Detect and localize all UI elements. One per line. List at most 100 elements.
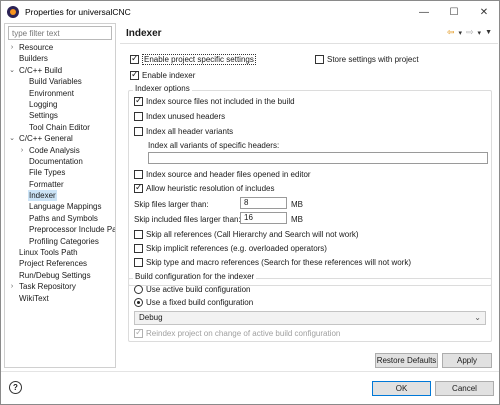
tree-item[interactable]: Paths and Symbols — [5, 213, 115, 224]
variants-headers-input[interactable] — [148, 152, 488, 164]
close-button[interactable]: ✕ — [469, 1, 499, 23]
checkbox-icon[interactable] — [134, 258, 143, 268]
tree-item[interactable]: › Code Analysis — [5, 145, 115, 156]
tree-item-label: Settings — [29, 111, 58, 121]
tree-item-label: Builders — [19, 54, 48, 64]
tree-item[interactable]: File Types — [5, 167, 115, 178]
enable-indexer-checkbox[interactable]: Enable indexer — [130, 69, 196, 81]
page-title: Indexer — [126, 27, 162, 39]
collapse-arrow-icon[interactable]: ⌄ — [8, 133, 16, 144]
tree-item[interactable]: › Task Repository — [5, 281, 115, 292]
index-all-header-variants-checkbox[interactable]: Index all header variants — [134, 126, 233, 137]
restore-defaults-button[interactable]: Restore Defaults — [375, 353, 438, 368]
checkbox-icon[interactable] — [315, 55, 324, 65]
maximize-button[interactable]: ☐ — [439, 1, 469, 23]
tree-item-label: Documentation — [29, 156, 83, 166]
store-settings-label: Store settings with project — [327, 55, 419, 64]
checkbox-label: Skip type and macro references (Search f… — [146, 258, 412, 267]
help-icon[interactable]: ? — [9, 381, 22, 394]
skip-type-macro-references-checkbox[interactable]: Skip type and macro references (Search f… — [134, 257, 411, 268]
checkbox-icon[interactable] — [134, 230, 143, 240]
tree-item[interactable]: Tool Chain Editor — [5, 122, 115, 133]
tree-item[interactable]: › Resource — [5, 42, 115, 53]
tree-item[interactable]: ⌄ C/C++ General — [5, 133, 115, 144]
index-opened-in-editor-checkbox[interactable]: Index source and header files opened in … — [134, 169, 311, 180]
checkbox-icon[interactable] — [134, 170, 143, 180]
checkbox-icon[interactable] — [134, 95, 143, 107]
expand-arrow-icon[interactable]: › — [8, 281, 16, 292]
forward-dropdown-icon[interactable]: ▾ — [478, 29, 482, 37]
index-unused-headers-checkbox[interactable]: Index unused headers — [134, 111, 225, 122]
enable-indexer-label: Enable indexer — [142, 71, 196, 80]
title-bar: Properties for universalCNC — ☐ ✕ — [1, 1, 499, 23]
skip-implicit-references-checkbox[interactable]: Skip implicit references (e.g. overloade… — [134, 243, 327, 254]
checkbox-icon[interactable] — [130, 69, 139, 81]
enable-project-settings-label: Enable project specific settings — [142, 54, 256, 65]
tree-item[interactable]: Logging — [5, 99, 115, 110]
tree-item[interactable]: Settings — [5, 110, 115, 121]
build-config-select[interactable]: Debug ⌄ — [134, 311, 486, 325]
page-header: Indexer ⇦ ▾ ⇨ ▾ ▼ — [120, 23, 498, 44]
back-arrow-icon[interactable]: ⇦ — [447, 27, 455, 38]
checkbox-icon[interactable] — [130, 53, 139, 65]
checkbox-icon[interactable] — [134, 182, 143, 194]
checkbox-label: Index source and header files opened in … — [146, 170, 311, 179]
tree-item[interactable]: Indexer — [5, 190, 115, 202]
skip-files-larger-input[interactable]: 8 — [240, 197, 287, 209]
tree-item[interactable]: ⌄ C/C++ Build — [5, 65, 115, 76]
checkbox-icon[interactable] — [134, 112, 143, 122]
collapse-arrow-icon[interactable]: ⌄ — [8, 65, 16, 76]
tree-item[interactable]: Run/Debug Settings — [5, 270, 115, 281]
enable-project-settings-checkbox[interactable]: Enable project specific settings — [130, 53, 256, 65]
expand-arrow-icon[interactable]: › — [18, 145, 26, 156]
filter-input[interactable] — [8, 26, 112, 40]
store-settings-checkbox[interactable]: Store settings with project — [315, 54, 419, 65]
checkbox-icon[interactable] — [134, 327, 143, 339]
tree-item[interactable]: Build Variables — [5, 76, 115, 87]
tree-item-label: Logging — [29, 99, 58, 109]
checkbox-icon[interactable] — [134, 127, 143, 137]
radio-icon[interactable] — [134, 298, 143, 308]
tree-item[interactable]: Builders — [5, 53, 115, 64]
tree-item-label: Project References — [19, 259, 88, 269]
use-fixed-config-radio[interactable]: Use a fixed build configuration — [134, 297, 253, 308]
footer-separator — [1, 371, 499, 372]
tree-item-label: Code Analysis — [29, 145, 80, 155]
reindex-on-change-checkbox[interactable]: Reindex project on change of active buil… — [134, 327, 340, 339]
tree-item-label: Run/Debug Settings — [19, 270, 91, 280]
tree-item[interactable]: Formatter — [5, 179, 115, 190]
back-dropdown-icon[interactable]: ▾ — [458, 29, 462, 37]
minimize-button[interactable]: — — [409, 1, 439, 23]
skip-included-larger-input[interactable]: 16 — [240, 212, 287, 224]
radio-icon[interactable] — [134, 285, 143, 295]
tree-item-label: Indexer — [28, 190, 57, 202]
chevron-down-icon: ⌄ — [474, 313, 481, 322]
tree-item[interactable]: Language Mappings — [5, 201, 115, 212]
checkbox-label: Index source files not included in the b… — [146, 97, 295, 106]
view-menu-icon[interactable]: ▼ — [485, 29, 492, 36]
tree-item[interactable]: Profiling Categories — [5, 236, 115, 247]
use-active-config-radio[interactable]: Use active build configuration — [134, 284, 251, 295]
tree-item-label: Task Repository — [19, 282, 76, 292]
tree-item[interactable]: WikiText — [5, 293, 115, 304]
tree-item[interactable]: Linux Tools Path — [5, 247, 115, 258]
tree-item-label: Profiling Categories — [29, 236, 99, 246]
tree-item-label: Language Mappings — [29, 202, 102, 212]
heuristic-includes-checkbox[interactable]: Allow heuristic resolution of includes — [134, 182, 275, 194]
page-navigation: ⇦ ▾ ⇨ ▾ ▼ — [447, 27, 492, 38]
cancel-button[interactable]: Cancel — [435, 381, 494, 396]
tree-item[interactable]: Project References — [5, 258, 115, 269]
apply-button[interactable]: Apply — [442, 353, 492, 368]
tree-item[interactable]: Documentation — [5, 156, 115, 167]
expand-arrow-icon[interactable]: › — [8, 42, 16, 53]
index-source-not-in-build-checkbox[interactable]: Index source files not included in the b… — [134, 95, 295, 107]
skip-all-references-checkbox[interactable]: Skip all references (Call Hierarchy and … — [134, 229, 359, 240]
tree-item[interactable]: Environment — [5, 88, 115, 99]
checkbox-icon[interactable] — [134, 244, 143, 254]
tree-item[interactable]: Preprocessor Include Pa — [5, 224, 115, 235]
ok-button[interactable]: OK — [372, 381, 431, 396]
forward-arrow-icon[interactable]: ⇨ — [466, 27, 474, 38]
checkbox-label: Index all header variants — [146, 127, 234, 136]
checkbox-label: Skip all references (Call Hierarchy and … — [146, 230, 359, 239]
window-title: Properties for universalCNC — [25, 7, 131, 17]
